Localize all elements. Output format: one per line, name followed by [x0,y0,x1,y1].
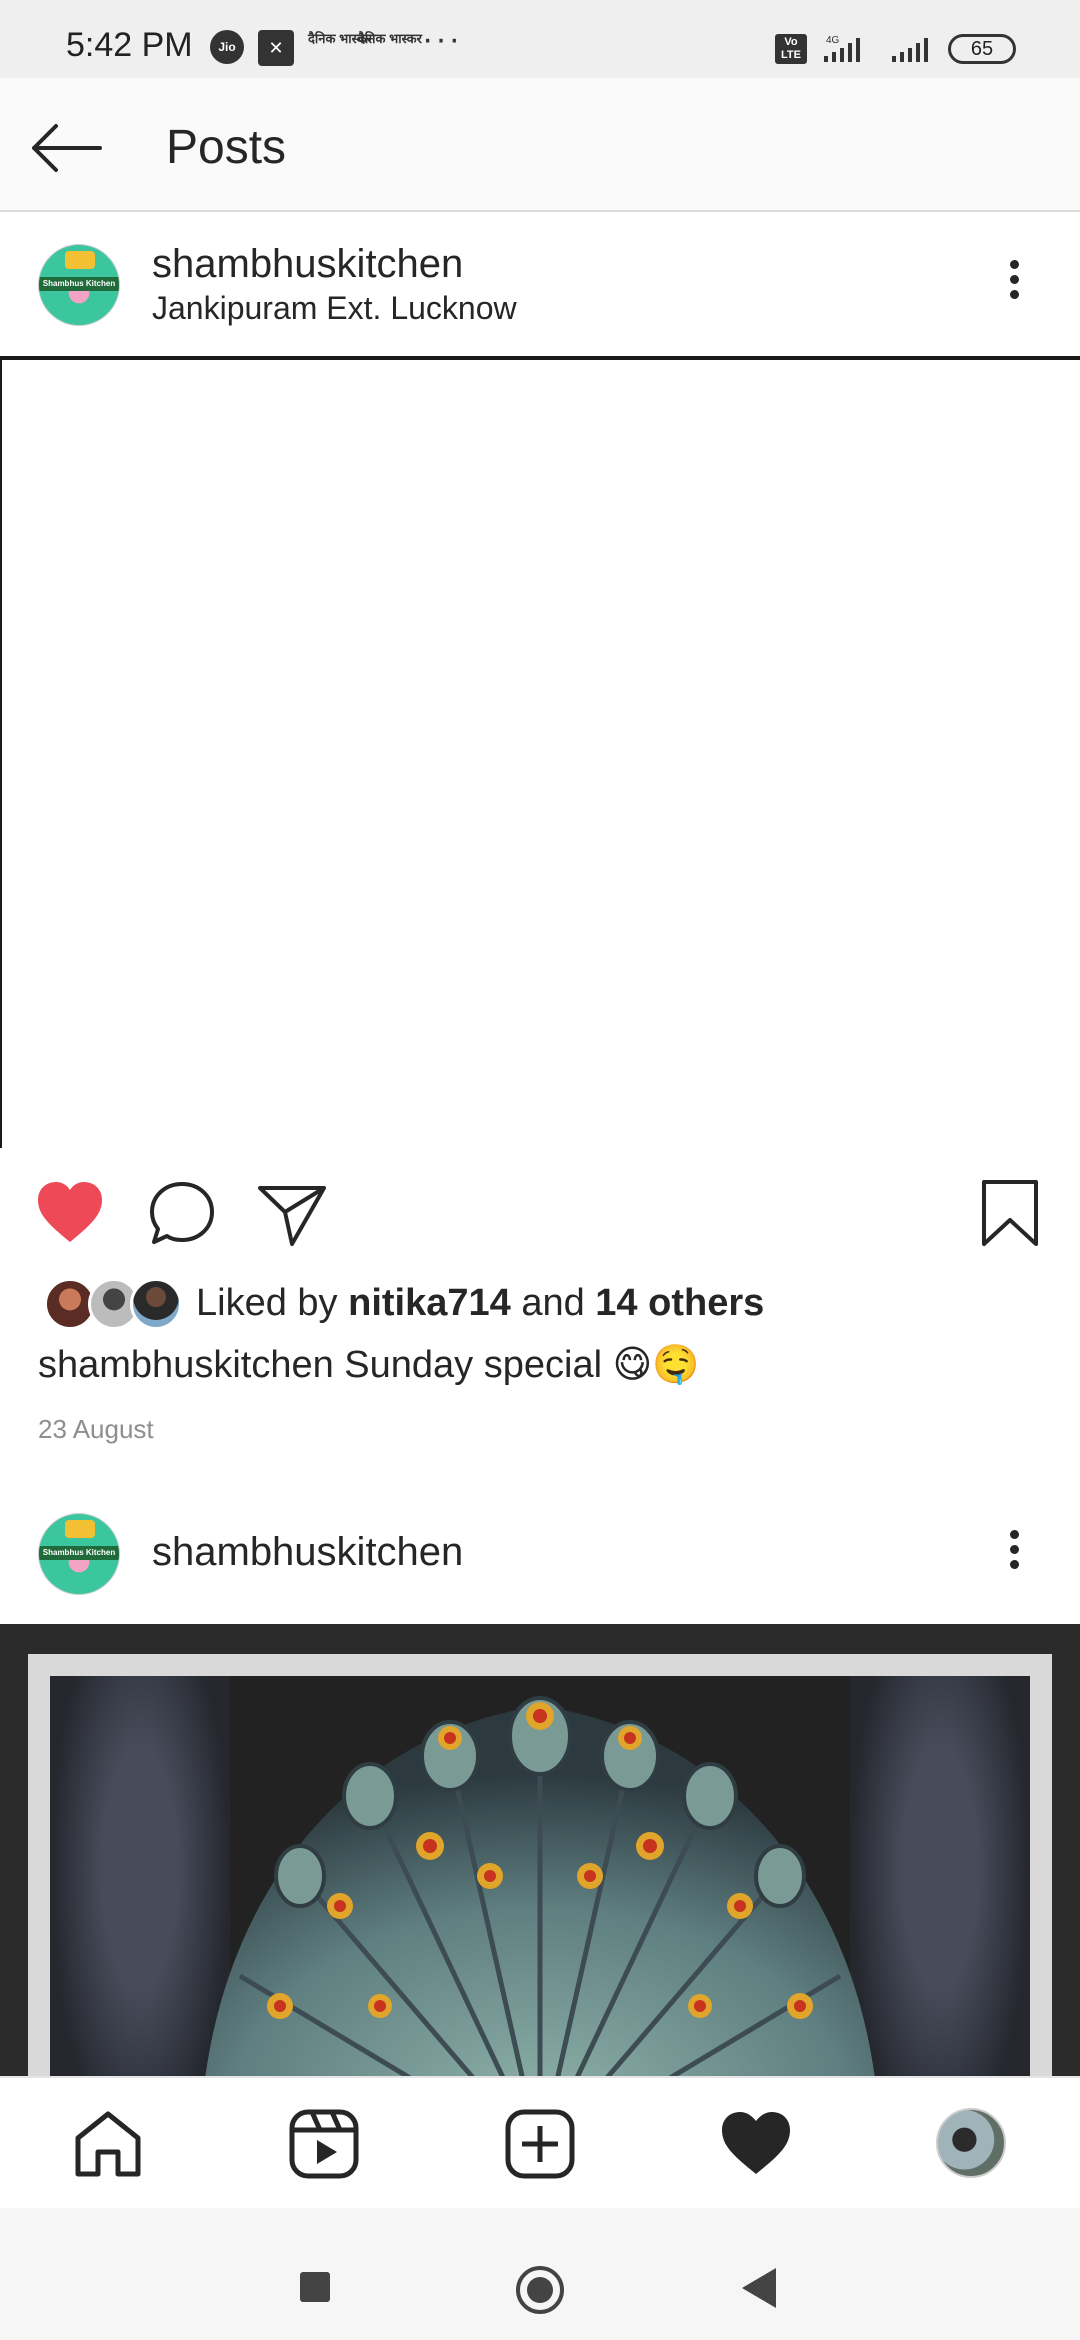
battery-icon: 65 [948,34,1016,64]
post-username[interactable]: shambhuskitchen [152,242,463,287]
more-options-icon[interactable] [996,1524,1032,1584]
post-image[interactable] [0,1624,1080,2076]
profile-avatar[interactable] [936,2108,1006,2178]
system-back-button[interactable] [742,2268,776,2308]
avatar-logo-badge [65,1520,95,1538]
avatar-logo-text: Shambhus Kitchen [39,1546,119,1560]
liker-avatar [130,1278,182,1330]
image-content [50,1676,1030,2076]
heart-activity-icon[interactable] [720,2108,792,2180]
post-header: Shambhus Kitchen shambhuskitchen [0,1482,1080,1622]
post-header: Shambhus Kitchen shambhuskitchen Jankipu… [0,214,1080,354]
caption-text: Sunday special 😋🤤 [344,1344,700,1386]
likes-middle: and [521,1282,585,1324]
create-post-icon[interactable] [504,2108,576,2180]
bookmark-icon[interactable] [974,1178,1046,1250]
multi-headed-serpent-image [205,1696,875,2076]
caption-username[interactable]: shambhuskitchen [38,1344,334,1386]
back-arrow-icon[interactable] [26,118,106,178]
top-app-bar: Posts [0,78,1080,212]
news-app-icon: ✕ [258,30,294,66]
network-label: 4G [826,35,840,46]
post-username[interactable]: shambhuskitchen [152,1530,463,1575]
heart-filled-icon[interactable] [34,1178,106,1250]
news-icon: दैनिक भास्कर [358,31,422,46]
jio-icon: Jio [210,30,244,64]
post-caption: shambhuskitchen Sunday special 😋🤤 [38,1342,700,1387]
system-home-button[interactable] [516,2266,564,2314]
page-title: Posts [166,121,287,174]
post-date: 23 August [38,1414,154,1444]
status-time: 5:42 PM [66,26,193,64]
more-notifications-icon: ··· [422,20,462,58]
avatar-logo-badge [65,251,95,269]
likes-prefix: Liked by [196,1282,338,1324]
signal-4g-icon: 4G [824,35,860,62]
volte-icon: Vo LTE [775,34,807,64]
avatar[interactable]: Shambhus Kitchen [38,1513,120,1595]
bottom-navigation [0,2076,1080,2208]
home-icon[interactable] [72,2108,144,2180]
comment-icon[interactable] [146,1178,218,1250]
avatar[interactable]: Shambhus Kitchen [38,244,120,326]
post-image[interactable] [0,356,1080,1148]
status-bar: 5:42 PM Jio ✕ दैनिक भास्कर दैनिक भास्कर … [0,0,1080,78]
send-icon[interactable] [256,1178,328,1250]
reels-icon[interactable] [288,2108,360,2180]
likes-user-link[interactable]: nitika714 [348,1282,511,1324]
post-location[interactable]: Jankipuram Ext. Lucknow [152,290,517,327]
more-options-icon[interactable] [996,254,1032,314]
post-actions [0,1160,1080,1264]
likes-others-link[interactable]: 14 others [595,1282,764,1324]
avatar-logo-text: Shambhus Kitchen [39,277,119,291]
recents-button[interactable] [300,2272,330,2302]
likes-text: Liked by nitika714 and 14 others [196,1282,764,1325]
signal-icon [892,38,928,62]
likes-row[interactable]: Liked by nitika714 and 14 others [0,1270,1080,1340]
system-navigation-bar [0,2208,1080,2340]
